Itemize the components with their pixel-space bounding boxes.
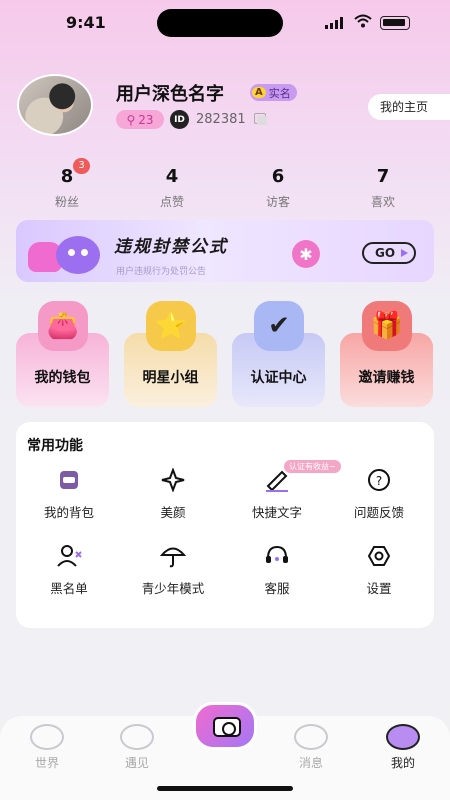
func-label: 青少年模式 [141,581,205,596]
tab-messages[interactable]: 消息 [281,724,341,771]
panel-title: 常用功能 [27,438,83,454]
func-label: 客服 [264,581,290,596]
realname-badge-prefix: A [252,87,266,98]
stat-value: 4 [165,166,179,187]
realname-badge: A 实名 [250,84,297,101]
verify-icon: ✔ [254,301,304,351]
stat-label: 粉丝 [54,195,79,209]
meet-icon [120,724,154,750]
func-label: 黑名单 [50,581,88,596]
username: 用户深色名字 [116,84,224,105]
func-blacklist[interactable]: 黑名单 [24,544,114,597]
blacklist-icon [54,544,84,568]
fans-badge: 3 [73,158,90,174]
stat-fans[interactable]: 3 8 粉丝 [37,158,97,210]
func-quick-text[interactable]: 认证有收益~ 快捷文字 [232,460,341,521]
sparkle-icon [158,467,188,493]
mascot-purple-icon [56,236,100,274]
stat-label: 访客 [265,195,290,209]
svg-text:?: ? [376,474,382,488]
violation-banner[interactable]: 违规封禁公式 用户违规行为处罚公告 ✱ GO [16,220,434,282]
tab-label: 消息 [298,756,323,770]
wifi-icon [354,14,372,28]
card-label: 明星小组 [142,370,199,386]
signal-icon [325,17,343,29]
tab-label: 我的 [390,756,415,770]
dynamic-island [157,9,283,37]
stat-value: 7 [376,166,390,187]
earn-tip-badge: 认证有收益~ [284,460,341,473]
stat-visitors[interactable]: 6 访客 [248,166,308,210]
card-label: 邀请赚钱 [358,370,415,386]
avatar[interactable] [17,74,93,136]
umbrella-icon [158,544,188,568]
level-badge: ⚲ 23 [116,110,164,129]
battery-icon [380,16,410,30]
level-value: 23 [138,112,154,127]
func-label: 问题反馈 [353,505,404,520]
card-label: 认证中心 [250,370,307,386]
tab-label: 世界 [34,756,59,770]
status-bar: 9:41 [0,0,450,46]
func-customer-service[interactable]: 客服 [232,544,322,597]
flower-icon: ✱ [292,240,320,268]
banner-title: 违规封禁公式 [114,237,228,257]
stat-label: 点赞 [159,195,184,209]
tab-me[interactable]: 我的 [373,724,433,771]
func-feedback[interactable]: ? 问题反馈 [334,468,424,521]
key-icon: ⚲ [126,112,136,127]
tab-world[interactable]: 世界 [17,724,77,771]
gift-icon: 🎁 [362,301,412,351]
status-time: 9:41 [66,13,106,32]
planet-icon [30,724,64,750]
func-backpack[interactable]: 我的背包 [24,468,114,521]
tab-meet[interactable]: 遇见 [107,724,167,771]
func-label: 设置 [366,581,392,596]
card-invite[interactable]: 🎁 邀请赚钱 [340,301,433,407]
camera-button[interactable] [193,702,257,750]
homepage-button[interactable]: 我的主页 [368,94,450,120]
go-button[interactable]: GO [362,242,416,264]
camera-icon [213,717,241,737]
backpack-icon [54,468,84,492]
home-indicator [157,786,293,791]
func-beauty[interactable]: 美颜 [128,467,218,521]
common-functions-panel: 常用功能 我的背包 美颜 认证有收益~ 快捷文字 ? 问题反馈 黑名单 青少年模… [16,422,434,628]
id-icon: ID [170,110,189,129]
wallet-icon: 👛 [38,301,88,351]
headset-icon [262,544,292,568]
stat-favorites[interactable]: 7 喜欢 [353,166,413,210]
tab-label: 遇见 [124,756,149,770]
card-wallet[interactable]: 👛 我的钱包 [16,301,109,407]
card-star-group[interactable]: ⭐ 明星小组 [124,301,217,407]
stat-likes[interactable]: 4 点赞 [142,166,202,210]
func-label: 美颜 [160,505,186,520]
question-icon: ? [364,468,394,492]
banner-subtitle: 用户违规行为处罚公告 [116,267,207,277]
message-icon [294,724,328,750]
star-icon: ⭐ [146,301,196,351]
me-icon [386,724,420,750]
func-label: 快捷文字 [251,505,302,520]
func-settings[interactable]: 设置 [334,544,424,597]
settings-icon [364,544,394,568]
stat-value: 6 [271,166,285,187]
card-label: 我的钱包 [34,370,91,386]
func-teen-mode[interactable]: 青少年模式 [128,544,218,597]
user-id: 282381 [196,112,246,127]
pen-icon [262,468,292,492]
copy-icon[interactable] [254,113,267,125]
stat-label: 喜欢 [370,195,395,209]
realname-badge-label: 实名 [268,86,291,100]
card-verify-center[interactable]: ✔ 认证中心 [232,301,325,407]
func-label: 我的背包 [43,505,94,520]
